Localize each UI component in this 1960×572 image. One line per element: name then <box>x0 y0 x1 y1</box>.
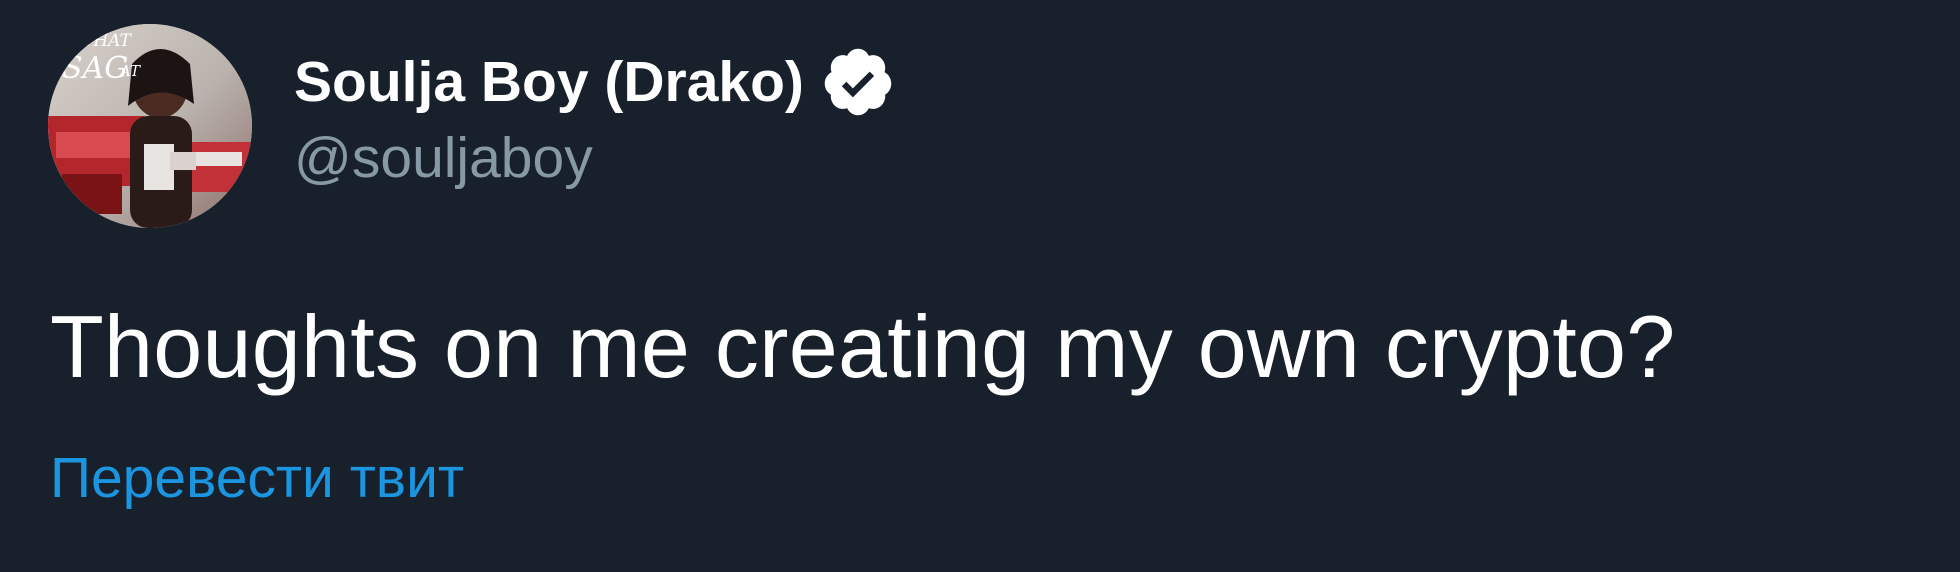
tweet-card: THAT SAG AT Soulja Boy (Drako) @souljabo… <box>0 0 1960 572</box>
verified-badge-icon <box>824 48 892 116</box>
name-row: Soulja Boy (Drako) <box>294 44 896 120</box>
tweet-text: Thoughts on me creating my own crypto? <box>50 297 1676 396</box>
svg-text:THAT: THAT <box>82 31 133 51</box>
translate-tweet-link[interactable]: Перевести твит <box>50 442 464 514</box>
svg-text:SAG: SAG <box>62 51 128 86</box>
author-block: Soulja Boy (Drako) @souljaboy <box>294 44 896 190</box>
svg-text:AT: AT <box>118 62 141 80</box>
avatar-image: THAT SAG AT <box>48 24 252 228</box>
handle[interactable]: @souljaboy <box>294 122 896 194</box>
avatar[interactable]: THAT SAG AT <box>48 24 252 228</box>
display-name[interactable]: Soulja Boy (Drako) <box>294 44 804 120</box>
